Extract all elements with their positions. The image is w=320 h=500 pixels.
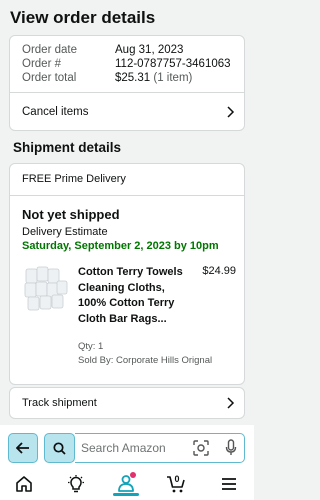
search-input[interactable]: Search Amazon bbox=[75, 433, 245, 463]
order-summary-card: Order date Aug 31, 2023 Order # 112-0787… bbox=[9, 35, 245, 131]
active-tab-indicator bbox=[113, 493, 139, 496]
page-title: View order details bbox=[10, 8, 156, 27]
order-number-value: 112-0787757-3461063 bbox=[115, 58, 231, 70]
shipment-status: Not yet shipped bbox=[22, 207, 120, 222]
order-total-label: Order total bbox=[22, 72, 77, 84]
cancel-items-label: Cancel items bbox=[22, 106, 89, 118]
search-icon bbox=[53, 441, 66, 455]
back-button[interactable] bbox=[8, 433, 38, 463]
product-name-link[interactable]: Cotton Terry Towels Cleaning Cloths, 100… bbox=[78, 265, 190, 327]
order-total-value: $25.31 (1 item) bbox=[115, 72, 192, 84]
product-quantity: Qty: 1 bbox=[78, 341, 104, 352]
track-shipment-label: Track shipment bbox=[22, 397, 97, 409]
cancel-items-button[interactable]: Cancel items bbox=[10, 92, 244, 132]
delivery-estimate-date: Saturday, September 2, 2023 by 10pm bbox=[22, 240, 219, 252]
camera-scan-icon[interactable] bbox=[193, 440, 209, 456]
chevron-right-icon bbox=[227, 397, 235, 409]
order-total-items: (1 item) bbox=[153, 72, 193, 84]
home-icon[interactable] bbox=[14, 474, 34, 494]
product-seller: Sold By: Corporate Hills Orignal bbox=[78, 355, 213, 366]
shipment-card: FREE Prime Delivery Not yet shipped Deli… bbox=[9, 163, 245, 385]
order-total-row: Order total $25.31 (1 item) bbox=[22, 72, 192, 84]
shipment-section-title: Shipment details bbox=[13, 140, 122, 155]
order-number-row: Order # 112-0787757-3461063 bbox=[22, 58, 231, 70]
notification-dot bbox=[130, 472, 136, 478]
order-number-label: Order # bbox=[22, 58, 61, 70]
delivery-type: FREE Prime Delivery bbox=[22, 173, 126, 185]
delivery-estimate-label: Delivery Estimate bbox=[22, 226, 108, 238]
product-thumbnail[interactable] bbox=[22, 265, 70, 313]
order-date-value: Aug 31, 2023 bbox=[115, 44, 184, 56]
order-total-amount: $25.31 bbox=[115, 72, 151, 84]
order-date-row: Order date Aug 31, 2023 bbox=[22, 44, 183, 56]
chevron-right-icon bbox=[227, 106, 235, 118]
product-price: $24.99 bbox=[202, 265, 236, 277]
menu-icon[interactable] bbox=[219, 474, 239, 494]
divider bbox=[10, 195, 244, 196]
arrow-left-icon bbox=[16, 442, 29, 454]
order-details-page: View order details Order date Aug 31, 20… bbox=[0, 0, 254, 500]
search-button[interactable] bbox=[44, 433, 75, 463]
microphone-icon[interactable] bbox=[225, 439, 237, 457]
search-placeholder: Search Amazon bbox=[81, 441, 166, 455]
order-date-label: Order date bbox=[22, 44, 77, 56]
cart-count: 0 bbox=[174, 474, 180, 484]
lightbulb-icon[interactable] bbox=[66, 474, 86, 494]
track-shipment-button[interactable]: Track shipment bbox=[9, 387, 245, 419]
